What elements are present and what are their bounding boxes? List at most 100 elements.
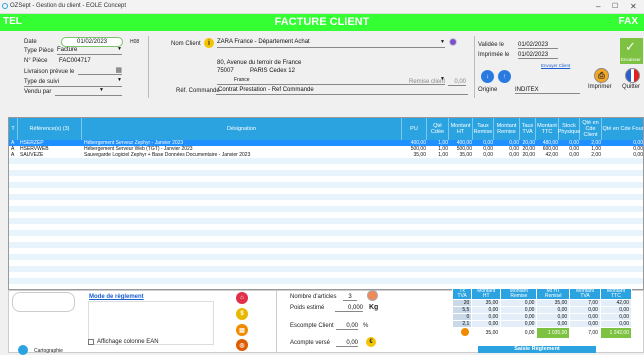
col-designation[interactable]: Désignation — [82, 118, 402, 140]
col-cde-client[interactable]: Qté en Cde Client — [580, 118, 602, 140]
tva-cell: 0,00 — [500, 320, 538, 328]
origine-value: INDITEX — [515, 87, 580, 94]
page-title: FACTURE CLIENT — [274, 16, 370, 28]
header-divider — [148, 36, 149, 98]
col-montant-ht[interactable]: Montant HT — [449, 118, 473, 140]
acompte-value[interactable]: 0,00 — [336, 340, 358, 347]
maximize-button[interactable]: ☐ — [612, 2, 618, 10]
col-montant-remise[interactable]: Montant Remise — [494, 118, 520, 140]
remise-client-value[interactable]: 0,00 — [448, 79, 466, 86]
title-banner: TEL FACTURE CLIENT FAX — [0, 14, 644, 31]
calculator-icon[interactable]: ▤ — [236, 324, 248, 336]
row-stock: 0,00 — [569, 152, 579, 158]
close-button[interactable]: ✕ — [630, 2, 637, 11]
weight-icon[interactable] — [367, 290, 378, 301]
ref-commande-input[interactable]: Contrat Prestation - Ref Commande — [216, 87, 468, 95]
arrow-down-icon[interactable]: ↓ — [481, 70, 494, 83]
validee-label: Validée le — [478, 42, 504, 48]
window-title: OZSept - Gestion du client - EOLE Concep… — [10, 3, 127, 9]
client-detail-icon[interactable] — [449, 38, 457, 46]
type-piece-value: Facture — [57, 47, 78, 53]
eye-icon-cell — [453, 328, 472, 339]
cartographie-label[interactable]: Cartographie — [34, 348, 63, 354]
dropdown-arrow-icon: ▼ — [117, 77, 122, 83]
col-cde-four[interactable]: Qté en Cde Four — [602, 118, 643, 140]
tva-cell: 0,00 — [500, 313, 538, 321]
row-stripe — [9, 170, 643, 176]
calendar-icon[interactable]: ▦ — [115, 66, 122, 74]
row-stripe — [9, 242, 643, 248]
tva-cell: 0,00 — [569, 320, 601, 328]
arrow-up-icon[interactable]: ↑ — [498, 70, 511, 83]
row-stripe — [9, 254, 643, 260]
nb-articles-label: Nombre d'articles — [290, 294, 337, 300]
num-piece-label: N° Pièce — [24, 58, 48, 64]
tva-col-header: Mt HT Remisé — [536, 288, 571, 300]
nb-articles-value: 3 — [343, 294, 357, 301]
type-piece-select[interactable]: Facture ▼ — [57, 46, 122, 55]
imprimer-button[interactable]: ⎙ Imprimer — [588, 68, 614, 92]
encaisser-button[interactable]: ✓ Encaisser — [620, 38, 643, 64]
table-row[interactable]: A SAUVEZE Sauvegarde Logiciel Zephyr + B… — [9, 152, 643, 158]
col-pu[interactable]: PU — [402, 118, 427, 140]
envoyer-client-link[interactable]: Envoyer Client — [541, 63, 570, 68]
nom-client-value: ZARA France - Département Achat — [217, 39, 310, 45]
mode-reglement-link[interactable]: Mode de règlement — [89, 294, 144, 300]
tva-col-header: Montant TVA — [569, 288, 601, 300]
livraison-date-input[interactable]: ▦ — [78, 67, 122, 75]
acompte-label: Acompte versé — [290, 340, 331, 346]
minimize-button[interactable]: – — [596, 2, 600, 11]
vendu-par-select[interactable]: ▼ — [55, 87, 122, 96]
row-stripe — [9, 278, 643, 284]
saisie-reglement-button[interactable]: Saisie Règlement — [478, 346, 596, 353]
col-qte[interactable]: Qté Cdée — [427, 118, 449, 140]
money-icon[interactable]: $ — [236, 308, 248, 320]
info-icon[interactable]: i — [204, 38, 214, 48]
tva-cell: 2,1 — [451, 320, 473, 328]
tva-col-header: Montant TTC — [599, 288, 633, 300]
row-ttc: 42,00 — [545, 152, 558, 158]
tva-cell: 0,00 — [569, 306, 601, 314]
printer-icon: ⎙ — [594, 68, 609, 83]
tva-total: 1 242,00 — [599, 327, 633, 339]
poids-label: Poids estimé — [290, 305, 325, 311]
tva-cell: 0,00 — [536, 306, 571, 314]
tva-cell: 0,00 — [471, 306, 502, 314]
col-taux-remise[interactable]: Taux Remise — [473, 118, 494, 140]
tva-total: 0,00 — [500, 327, 538, 339]
tva-cell: 0,00 — [599, 306, 633, 314]
type-piece-label: Type Pièce — [24, 48, 54, 54]
map-icon[interactable] — [18, 345, 28, 355]
eye-icon[interactable] — [461, 328, 470, 336]
col-reference[interactable]: Référence(s) (3) — [18, 118, 82, 140]
country-value: France — [234, 77, 250, 83]
col-t[interactable]: T — [9, 118, 18, 140]
tva-cell: 0,00 — [471, 313, 502, 321]
type-suivi-select[interactable]: ▼ — [24, 77, 122, 87]
tva-cell: 7,00 — [569, 299, 601, 307]
row-cde-four: 0,00 — [633, 152, 643, 158]
row-pu: 35,00 — [413, 152, 426, 158]
tva-total: 7,00 — [569, 327, 601, 339]
date-input[interactable]: 01/02/2023 — [61, 37, 123, 47]
col-taux-tva[interactable]: Taux TVA — [520, 118, 536, 140]
coin-icon[interactable]: € — [366, 337, 376, 347]
home-icon[interactable]: ⌂ — [236, 292, 248, 304]
note-box[interactable] — [12, 292, 75, 312]
nom-client-label: Nom Client — [171, 41, 201, 47]
col-stock[interactable]: Stock Physique — [558, 118, 580, 140]
remise-client-label: Remise client — [409, 79, 446, 85]
tva-cell: 20 — [451, 299, 473, 307]
ean-checkbox[interactable] — [88, 339, 94, 345]
col-montant-ttc[interactable]: Montant TTC — [536, 118, 559, 140]
postcode: 75007 — [217, 68, 234, 74]
row-cde-client: 2,00 — [591, 152, 601, 158]
validee-value: 01/02/2023 — [518, 42, 558, 49]
nom-client-select[interactable]: ZARA France - Département Achat ▼ — [217, 39, 445, 48]
hour-label: H08 — [130, 39, 140, 45]
bag-icon[interactable]: ◎ — [236, 339, 248, 351]
quitter-label: Quitter — [622, 84, 641, 90]
quitter-button[interactable]: Quitter — [620, 68, 644, 92]
tva-cell: 0,00 — [599, 320, 633, 328]
escompte-value[interactable]: 0,00 — [336, 323, 358, 330]
